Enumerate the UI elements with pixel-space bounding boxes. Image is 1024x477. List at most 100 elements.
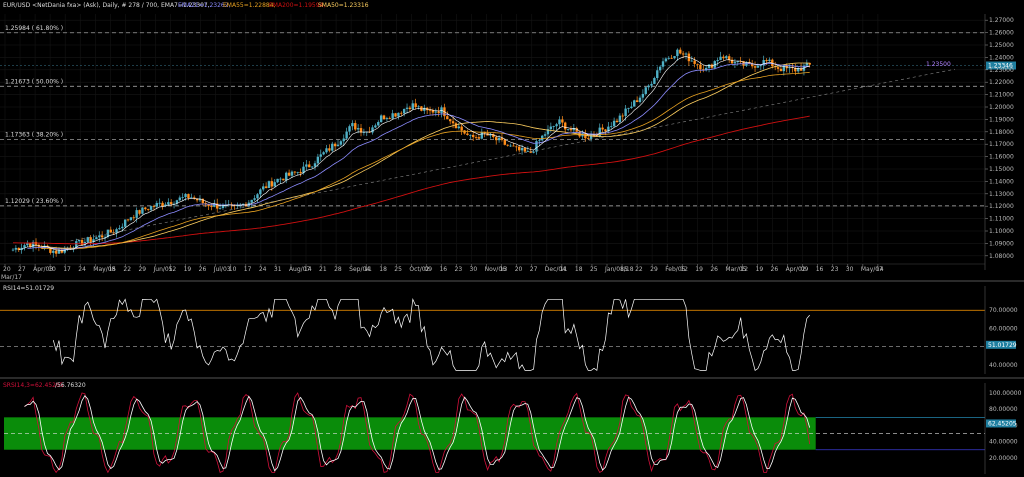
- candle-body: [647, 85, 650, 88]
- date-tick-label: 19: [695, 266, 703, 273]
- fib-label: 1.12029 ( 23.60% ): [5, 198, 63, 205]
- date-tick-label: 30: [846, 266, 854, 273]
- price-tick-label: 1.16000: [989, 154, 1014, 161]
- candle-body: [725, 56, 728, 59]
- header-sma50: SMA50=1.23316: [318, 2, 369, 9]
- candle-body: [707, 64, 711, 68]
- candle-body: [77, 239, 81, 242]
- price-tick-label: 1.08000: [989, 253, 1014, 260]
- forex-chart: EUR/USD <NetDania fxa> (Ask), Daily, # 2…: [0, 0, 1024, 477]
- candle-body: [457, 126, 461, 129]
- candle-body: [296, 171, 299, 173]
- candle-body: [325, 148, 328, 153]
- candle-body: [612, 120, 616, 127]
- candle-body: [434, 111, 437, 113]
- candle-body: [408, 107, 412, 110]
- date-tick-label: 23: [455, 266, 463, 273]
- srsi-tick-label: 80.00000: [989, 406, 1018, 413]
- candle-body: [348, 126, 351, 132]
- candle-body: [480, 132, 484, 139]
- date-tick-label: 27: [530, 266, 538, 273]
- date-tick-label: 12: [740, 266, 748, 273]
- candle-body: [633, 100, 636, 107]
- date-tick-label: 26: [771, 266, 779, 273]
- price-tick-label: 1.17000: [989, 141, 1014, 148]
- candle-body: [308, 164, 311, 168]
- candle-body: [460, 126, 463, 131]
- candle-body: [264, 186, 268, 188]
- candle-body: [141, 207, 144, 214]
- candle-body: [446, 116, 449, 120]
- candle-body: [377, 122, 380, 126]
- price-tick-label: 1.15000: [989, 166, 1014, 173]
- candle-body: [328, 148, 331, 151]
- fib-label: 1.25984 ( 61.80% ): [5, 25, 63, 32]
- candle-body: [684, 53, 688, 55]
- date-tick-label: 15: [108, 266, 116, 273]
- candle-body: [679, 49, 682, 54]
- price-tick-label: 1.11000: [989, 216, 1014, 223]
- candle-body: [118, 228, 121, 230]
- candle-body: [454, 123, 458, 129]
- date-tick-label: 19: [756, 266, 764, 273]
- candle-body: [11, 249, 15, 251]
- candle-body: [115, 229, 118, 233]
- candle-body: [250, 199, 253, 203]
- candle-body: [621, 115, 624, 117]
- candle-body: [86, 237, 89, 242]
- candle-body: [382, 115, 386, 120]
- candle-body: [587, 138, 590, 140]
- candle-body: [699, 64, 702, 70]
- candle-body: [561, 119, 564, 123]
- date-tick-label: 11: [560, 266, 568, 273]
- date-tick-label: 12: [169, 266, 177, 273]
- candle-body: [727, 56, 731, 60]
- candle-body: [664, 58, 668, 62]
- date-tick-label: 13: [500, 266, 508, 273]
- candle-body: [282, 178, 285, 181]
- candle-body: [497, 137, 501, 141]
- candle-body: [543, 134, 547, 136]
- candle-body: [388, 118, 391, 119]
- candle-body: [624, 108, 627, 116]
- candle-body: [693, 60, 696, 64]
- candle-body: [471, 134, 475, 138]
- candle-body: [641, 93, 645, 98]
- rsi-value-label: 51.01729: [988, 342, 1017, 349]
- candle-body: [374, 125, 377, 128]
- fib-label: 1.21673 ( 50.00% ): [5, 78, 63, 85]
- candle-body: [336, 144, 340, 147]
- candle-body: [167, 202, 170, 205]
- candle-body: [394, 113, 397, 117]
- candle-body: [95, 237, 98, 240]
- date-tick-label: 27: [18, 266, 26, 273]
- candle-body: [756, 65, 760, 68]
- candle-body: [109, 229, 112, 233]
- trendline-label: 1.23500: [926, 61, 951, 68]
- candle-body: [722, 56, 725, 59]
- candle-body: [313, 163, 317, 167]
- candle-body: [80, 239, 84, 246]
- date-tick-label: 12: [680, 266, 688, 273]
- candle-body: [779, 68, 783, 72]
- candle-body: [279, 178, 282, 180]
- candle-body: [339, 141, 343, 145]
- price-tick-label: 1.24000: [989, 54, 1014, 61]
- date-tick-label: 14: [304, 266, 312, 273]
- candle-body: [54, 250, 58, 254]
- price-tick-label: 1.14000: [989, 178, 1014, 185]
- date-tick-label: 17: [63, 266, 71, 273]
- rsi-tick-label: 40.00000: [989, 362, 1018, 369]
- price-tick-label: 1.18000: [989, 129, 1014, 136]
- candle-body: [584, 133, 587, 139]
- candle-body: [630, 106, 633, 108]
- candle-body: [635, 100, 639, 103]
- date-tick-label: 23: [831, 266, 839, 273]
- candle-body: [558, 119, 561, 125]
- candle-body: [520, 148, 524, 151]
- candle-body: [503, 139, 507, 145]
- candle-body: [644, 87, 647, 94]
- candle-body: [423, 107, 426, 111]
- candle-body: [267, 181, 271, 188]
- price-tick-label: 1.23000: [989, 67, 1014, 74]
